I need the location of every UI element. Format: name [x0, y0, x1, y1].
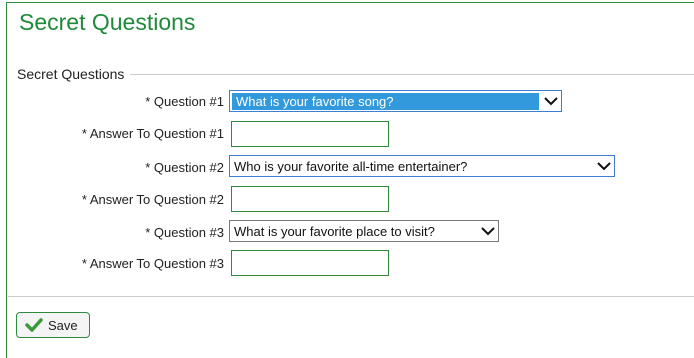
question-3-select[interactable]: What is your favorite place to visit?	[229, 220, 499, 242]
question-1-label: * Question #1	[145, 94, 224, 109]
answer-3-label: * Answer To Question #3	[81, 256, 224, 271]
question-3-label: * Question #3	[145, 225, 224, 240]
save-button[interactable]: Save	[16, 312, 90, 338]
fieldset-legend: Secret Questions	[17, 66, 131, 82]
answer-2-input[interactable]	[231, 186, 389, 212]
answer-3-input[interactable]	[231, 250, 389, 276]
fieldset: Secret Questions	[17, 66, 694, 82]
answer-2-label: * Answer To Question #2	[81, 192, 224, 207]
answer-1-input[interactable]	[231, 121, 389, 147]
question-2-selected-value: Who is your favorite all-time entertaine…	[234, 158, 468, 174]
question-2-select[interactable]: Who is your favorite all-time entertaine…	[229, 155, 615, 177]
checkmark-icon	[25, 318, 43, 332]
answer-1-label: * Answer To Question #1	[81, 126, 224, 141]
secret-questions-panel: Secret Questions	[6, 2, 694, 358]
chevron-down-icon	[478, 224, 498, 238]
chevron-down-icon	[594, 159, 614, 173]
page-title: Secret Questions	[19, 9, 196, 35]
form-divider	[8, 296, 694, 297]
question-1-select[interactable]: What is your favorite song?	[229, 90, 562, 112]
question-3-selected-value: What is your favorite place to visit?	[234, 223, 435, 239]
question-1-selected-value: What is your favorite song?	[232, 92, 539, 110]
save-button-label: Save	[48, 317, 78, 333]
chevron-down-icon	[541, 94, 561, 108]
question-2-label: * Question #2	[145, 160, 224, 175]
